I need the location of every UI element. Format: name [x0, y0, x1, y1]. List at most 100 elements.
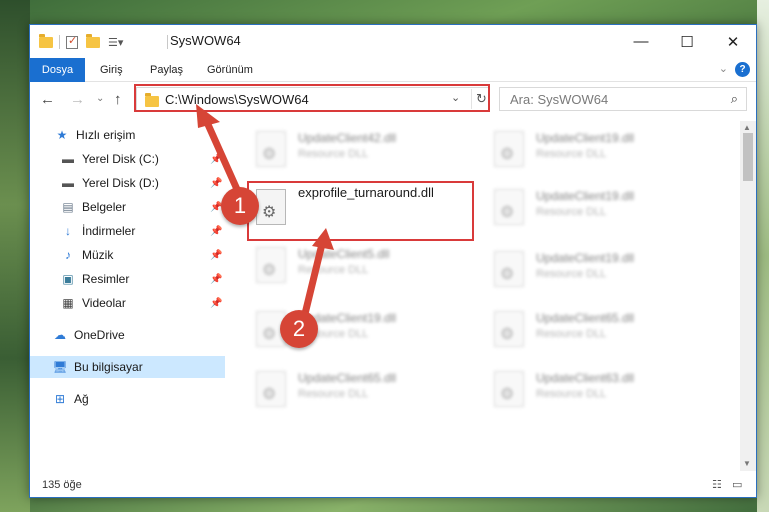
- window-title: SysWOW64: [170, 33, 241, 48]
- sidebar-item-this-pc[interactable]: 🖥 Bu bilgisayar: [30, 356, 225, 378]
- dll-file-icon: [494, 131, 524, 167]
- minimize-button[interactable]: —: [618, 25, 664, 58]
- dll-file-icon: [256, 371, 286, 407]
- file-item[interactable]: UpdateClient19.dll Resource DLL: [486, 127, 716, 179]
- step-1-badge: 1: [221, 187, 259, 225]
- quick-access-toolbar: ☰▾: [39, 33, 123, 51]
- scrollbar-thumb[interactable]: [743, 133, 753, 181]
- dll-file-icon: [494, 189, 524, 225]
- file-type: Resource DLL: [536, 268, 607, 280]
- file-name: UpdateClient19.dll: [536, 251, 635, 265]
- title-bar: ☰▾ SysWOW64 — ☐ ✕: [30, 25, 756, 58]
- scroll-up-icon[interactable]: ▲: [743, 123, 751, 132]
- up-arrow-icon[interactable]: ↑: [114, 91, 122, 108]
- sidebar-item-label: Resimler: [82, 272, 130, 286]
- file-item[interactable]: UpdateClient19.dll Resource DLL: [486, 185, 716, 237]
- desktop-background-right: [757, 0, 769, 512]
- file-type: Resource DLL: [536, 328, 607, 340]
- computer-icon: 🖥: [52, 360, 68, 374]
- sidebar-item-label: Müzik: [82, 248, 114, 262]
- status-bar: 135 öğe ☷ ▭: [30, 473, 756, 497]
- sidebar-item-network[interactable]: ⊞ Ağ: [30, 388, 225, 410]
- file-name: UpdateClient42.dll: [298, 131, 397, 145]
- sidebar-item-downloads[interactable]: ↓ İndirmeler 📌: [30, 220, 225, 242]
- file-item[interactable]: UpdateClient63.dll Resource DLL: [486, 367, 716, 419]
- documents-icon: ▤: [62, 200, 74, 214]
- sidebar-item-pictures[interactable]: ▣ Resimler 📌: [30, 268, 225, 290]
- desktop-background-left: [0, 0, 30, 512]
- file-item[interactable]: UpdateClient42.dll Resource DLL: [248, 127, 478, 179]
- step-2-badge: 2: [280, 310, 318, 348]
- dll-file-icon: [494, 371, 524, 407]
- sidebar-item-disk-d[interactable]: ▬ Yerel Disk (D:) 📌: [30, 172, 225, 194]
- file-item[interactable]: UpdateClient19.dll Resource DLL: [486, 247, 716, 299]
- pictures-icon: ▣: [62, 272, 74, 286]
- sidebar-item-label: Hızlı erişim: [76, 128, 136, 142]
- file-type: Resource DLL: [536, 206, 607, 218]
- new-folder-icon[interactable]: [86, 33, 100, 48]
- file-item[interactable]: UpdateClient5.dll Resource DLL: [248, 243, 478, 295]
- back-arrow-icon[interactable]: ←: [40, 91, 55, 108]
- sidebar-item-videos[interactable]: ▦ Videolar 📌: [30, 292, 225, 314]
- search-input[interactable]: Ara: SysWOW64: [510, 92, 608, 107]
- forward-arrow-icon[interactable]: →: [70, 91, 85, 108]
- scroll-down-icon[interactable]: ▼: [743, 459, 751, 468]
- network-icon: ⊞: [54, 392, 66, 406]
- pin-icon: 📌: [210, 273, 223, 285]
- recent-locations-chevron-icon[interactable]: ⌄: [96, 93, 104, 104]
- search-box[interactable]: Ara: SysWOW64 ⌕: [499, 87, 747, 111]
- star-icon: ★: [56, 128, 68, 142]
- file-type: Resource DLL: [298, 264, 369, 276]
- file-item[interactable]: UpdateClient65.dll Resource DLL: [486, 307, 716, 359]
- chevron-down-icon[interactable]: ⌄: [719, 62, 728, 75]
- toolbar-divider: [59, 35, 60, 49]
- pin-icon: 📌: [210, 153, 223, 165]
- sidebar-item-label: İndirmeler: [82, 224, 136, 238]
- sidebar-item-label: Belgeler: [82, 200, 127, 214]
- sidebar-item-music[interactable]: ♪ Müzik 📌: [30, 244, 225, 266]
- search-icon[interactable]: ⌕: [731, 91, 738, 107]
- pin-icon: 📌: [210, 249, 223, 261]
- dll-file-icon: [494, 251, 524, 287]
- sidebar-item-label: Videolar: [82, 296, 126, 310]
- maximize-button[interactable]: ☐: [664, 25, 710, 58]
- tab-view[interactable]: Görünüm: [197, 58, 263, 82]
- close-button[interactable]: ✕: [710, 25, 756, 58]
- properties-icon[interactable]: [66, 34, 78, 49]
- sidebar-item-label: Yerel Disk (C:): [82, 152, 159, 166]
- file-name: UpdateClient5.dll: [298, 247, 390, 261]
- help-icon[interactable]: ?: [735, 62, 750, 77]
- details-view-icon[interactable]: ☷: [712, 478, 722, 491]
- sidebar-item-label: Bu bilgisayar: [74, 360, 143, 374]
- tab-file[interactable]: Dosya: [30, 58, 85, 82]
- file-type: Resource DLL: [536, 388, 607, 400]
- file-highlight-box: [247, 181, 474, 241]
- title-divider: [167, 35, 168, 49]
- pin-icon: 📌: [210, 177, 223, 189]
- dll-file-icon: [256, 131, 286, 167]
- sidebar-item-quick-access[interactable]: ★ Hızlı erişim: [30, 124, 225, 146]
- large-icons-view-icon[interactable]: ▭: [732, 478, 742, 491]
- customize-toolbar-icon[interactable]: ☰▾: [108, 36, 123, 49]
- cloud-icon: ☁: [54, 328, 66, 342]
- file-item[interactable]: UpdateClient65.dll Resource DLL: [248, 367, 478, 419]
- file-name: UpdateClient19.dll: [536, 131, 635, 145]
- sidebar-item-label: Yerel Disk (D:): [82, 176, 159, 190]
- item-count: 135 öğe: [42, 479, 82, 491]
- tab-share[interactable]: Paylaş: [140, 58, 193, 82]
- file-list: UpdateClient42.dll Resource DLL exprofil…: [226, 121, 738, 471]
- vertical-scrollbar[interactable]: ▲ ▼: [740, 121, 756, 471]
- folder-icon: [39, 33, 53, 48]
- sidebar-item-label: Ağ: [74, 392, 89, 406]
- sidebar-item-disk-c[interactable]: ▬ Yerel Disk (C:) 📌: [30, 148, 225, 170]
- file-type: Resource DLL: [298, 148, 369, 160]
- dll-file-icon: [256, 247, 286, 283]
- file-type: Resource DLL: [298, 388, 369, 400]
- file-name: UpdateClient65.dll: [536, 311, 635, 325]
- sidebar-item-label: OneDrive: [74, 328, 125, 342]
- sidebar-item-documents[interactable]: ▤ Belgeler 📌: [30, 196, 225, 218]
- sidebar-item-onedrive[interactable]: ☁ OneDrive: [30, 324, 225, 346]
- tab-home[interactable]: Giriş: [90, 58, 133, 82]
- video-icon: ▦: [62, 296, 74, 310]
- dll-file-icon: [494, 311, 524, 347]
